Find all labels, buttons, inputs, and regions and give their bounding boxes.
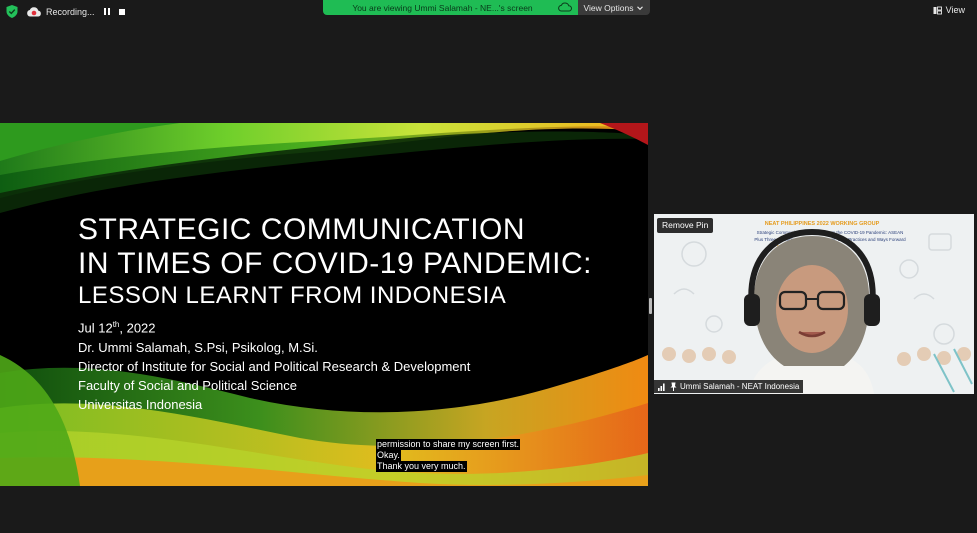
resize-handle[interactable] — [649, 298, 652, 314]
recording-label: Recording... — [46, 6, 95, 17]
meeting-top-bar: Recording... You are viewing Ummi Salama… — [0, 0, 977, 24]
slide-role: Director of Institute for Social and Pol… — [78, 358, 471, 374]
pause-recording-button[interactable] — [101, 6, 112, 17]
live-captions: permission to share my screen first. Oka… — [376, 439, 521, 472]
view-button[interactable]: View — [933, 5, 965, 15]
slide-presenter: Dr. Ummi Salamah, S.Psi, Psikolog, M.Si. — [78, 339, 318, 355]
caption-line: Thank you very much. — [376, 461, 467, 472]
view-options-label: View Options — [583, 2, 634, 13]
caption-line: Okay. — [376, 450, 401, 461]
screen-share-banner: You are viewing Ummi Salamah - NE...'s s… — [323, 0, 650, 15]
cloud-recording-icon — [27, 7, 41, 17]
slide-date: Jul 12th, 2022 — [78, 320, 156, 336]
slide-title: STRATEGIC COMMUNICATION IN TIMES OF COVI… — [78, 213, 592, 281]
slide-faculty: Faculty of Social and Political Science — [78, 377, 297, 393]
caption-line: permission to share my screen first. — [376, 439, 521, 450]
participant-video-tile[interactable]: NEAT PHILIPPINES 2022 WORKING GROUP Stra… — [654, 214, 974, 394]
participant-name-bar: Ummi Salamah - NEAT Indonesia — [654, 380, 804, 393]
shield-icon[interactable] — [6, 5, 18, 18]
slide-title-line2: IN TIMES OF COVID-19 PANDEMIC: — [78, 247, 592, 280]
share-status: You are viewing Ummi Salamah - NE...'s s… — [323, 0, 578, 15]
view-layout-icon — [933, 6, 942, 14]
stop-recording-button[interactable] — [116, 6, 127, 17]
recording-indicator[interactable]: Recording... — [26, 3, 95, 20]
slide-details: Jul 12th, 2022 Dr. Ummi Salamah, S.Psi, … — [78, 315, 470, 414]
svg-text:NEAT PHILIPPINES 2022 WORKING: NEAT PHILIPPINES 2022 WORKING GROUP — [765, 221, 880, 227]
share-status-label: You are viewing Ummi Salamah - NE...'s s… — [352, 2, 533, 13]
participant-name: Ummi Salamah - NEAT Indonesia — [680, 382, 800, 391]
cloud-icon — [558, 2, 572, 12]
view-options-dropdown[interactable]: View Options — [578, 0, 650, 15]
remove-pin-button[interactable]: Remove Pin — [657, 218, 714, 233]
slide-university: Universitas Indonesia — [78, 397, 203, 413]
view-label: View — [945, 5, 965, 15]
shared-screen-slide: STRATEGIC COMMUNICATION IN TIMES OF COVI… — [0, 123, 648, 486]
participant-video: NEAT PHILIPPINES 2022 WORKING GROUP Stra… — [654, 214, 974, 394]
signal-bars-icon — [658, 383, 665, 391]
slide-title-line1: STRATEGIC COMMUNICATION — [78, 213, 526, 246]
chevron-down-icon — [637, 5, 644, 10]
pin-icon — [670, 382, 677, 391]
slide-subtitle: LESSON LEARNT FROM INDONESIA — [78, 282, 507, 309]
